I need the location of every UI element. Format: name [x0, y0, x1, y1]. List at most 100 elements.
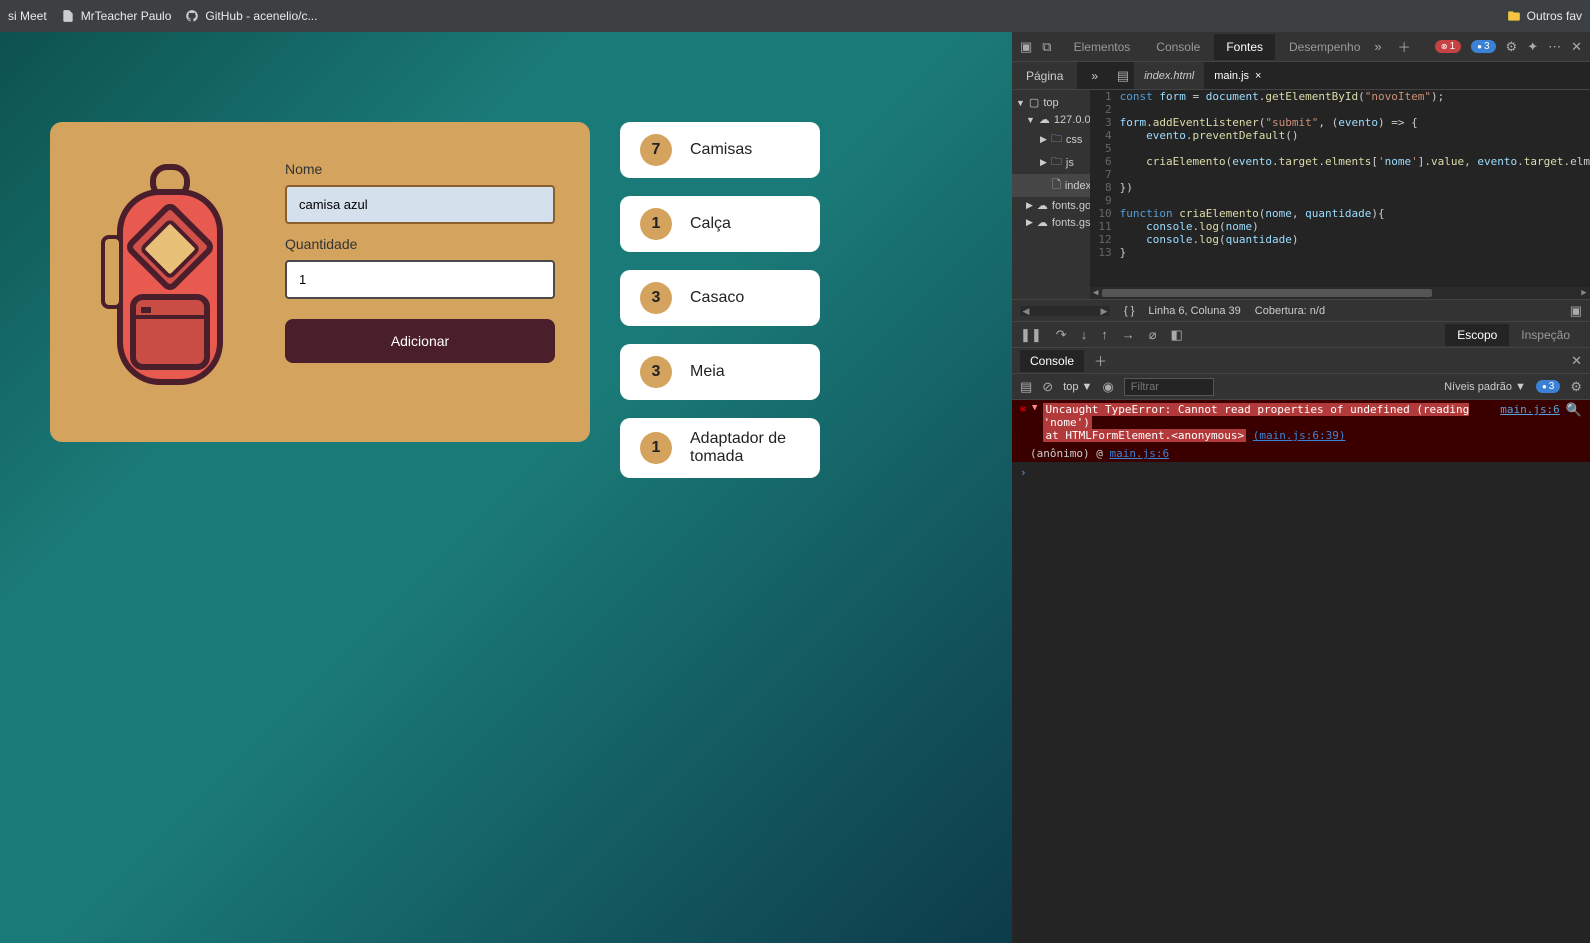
bookmark-label: GitHub - acenelio/c...	[205, 9, 317, 23]
code-line[interactable]: 4 evento.preventDefault()	[1090, 129, 1590, 142]
code-line[interactable]: 13}	[1090, 246, 1590, 259]
tab-fontes[interactable]: Fontes	[1214, 34, 1275, 60]
item-name: Meia	[690, 363, 725, 381]
console-prompt[interactable]: ›	[1012, 462, 1590, 483]
expand-icon[interactable]: ▼	[1032, 403, 1037, 442]
quantidade-input[interactable]	[285, 260, 555, 299]
console-error[interactable]: ⊗ ▼ Uncaught TypeError: Cannot read prop…	[1012, 400, 1590, 445]
code-line[interactable]: 3form.addEventListener("submit", (evento…	[1090, 116, 1590, 129]
tab-desempenho[interactable]: Desempenho	[1277, 34, 1372, 60]
device-icon[interactable]: ⧉	[1042, 39, 1051, 55]
info-badge[interactable]: ●3	[1536, 380, 1560, 393]
item-name: Calça	[690, 215, 731, 233]
subtab-pagina[interactable]: Página	[1012, 62, 1077, 89]
code-line[interactable]: 1const form = document.getElementById("n…	[1090, 90, 1590, 103]
context-selector[interactable]: top ▼	[1063, 381, 1092, 393]
debug-tab-inspecao[interactable]: Inspeção	[1509, 324, 1582, 346]
sidebar-toggle-icon[interactable]: ▤	[1117, 68, 1129, 84]
list-item[interactable]: 3 Casaco	[620, 270, 820, 326]
gear-icon[interactable]: ⚙	[1570, 379, 1582, 395]
tree-fonts-gstat[interactable]: ▶☁fonts.gstat	[1012, 214, 1090, 231]
console-label[interactable]: Console	[1020, 350, 1084, 372]
gear-icon[interactable]: ⚙	[1506, 39, 1518, 55]
breakpoint-icon[interactable]: ◧	[1171, 327, 1183, 343]
sidebar-icon[interactable]: ▤	[1020, 379, 1032, 395]
chevron-right-icon[interactable]: »	[1374, 39, 1381, 54]
code-line[interactable]: 6 criaElemento(evento.target.elments['no…	[1090, 155, 1590, 168]
clear-icon[interactable]: ⊘	[1042, 379, 1053, 395]
code-line[interactable]: 9	[1090, 194, 1590, 207]
code-line[interactable]: 8})	[1090, 181, 1590, 194]
error-location-link[interactable]: (main.js:6:39)	[1253, 429, 1346, 442]
console-trace: (anônimo) @ main.js:6	[1012, 445, 1590, 462]
filetab-index[interactable]: index.html	[1134, 62, 1204, 89]
step-into-icon[interactable]: ↓	[1081, 327, 1088, 342]
console-toolbar: ▤ ⊘ top ▼ ◉ Níveis padrão ▼ ●3 ⚙	[1012, 374, 1590, 400]
bookmark-item-github[interactable]: GitHub - acenelio/c...	[185, 9, 317, 23]
pause-icon[interactable]: ❚❚	[1020, 327, 1042, 343]
items-list: 7 Camisas 1 Calça 3 Casaco 3 Meia 1 Adap…	[620, 122, 820, 478]
github-icon	[185, 9, 199, 23]
code-line[interactable]: 2	[1090, 103, 1590, 116]
levels-selector[interactable]: Níveis padrão ▼	[1444, 381, 1526, 393]
image-icon[interactable]: ▣	[1570, 303, 1582, 319]
close-icon[interactable]: ×	[1255, 70, 1261, 82]
app-page: Nome Quantidade Adicionar 7 Camisas 1 Ca…	[0, 32, 1012, 943]
tab-console[interactable]: Console	[1144, 34, 1212, 60]
filter-input[interactable]	[1124, 378, 1214, 396]
error-badge[interactable]: ⊗1	[1435, 40, 1461, 53]
step-over-icon[interactable]: ↷	[1056, 327, 1067, 343]
step-icon[interactable]: →	[1122, 327, 1135, 342]
code-line[interactable]: 11 console.log(nome)	[1090, 220, 1590, 233]
bookmark-item-meet[interactable]: si Meet	[8, 9, 47, 23]
search-icon[interactable]: 🔍	[1566, 403, 1582, 418]
devtools-panel: ▣ ⧉ Elementos Console Fontes Desempenho …	[1012, 32, 1590, 943]
eye-icon[interactable]: ◉	[1102, 379, 1113, 395]
quantidade-label: Quantidade	[285, 236, 555, 252]
tab-elementos[interactable]: Elementos	[1062, 34, 1143, 60]
code-line[interactable]: 5	[1090, 142, 1590, 155]
tree-js[interactable]: ▶🗀js	[1012, 151, 1090, 174]
trace-source-link[interactable]: main.js:6	[1109, 447, 1169, 460]
code-editor[interactable]: 1const form = document.getElementById("n…	[1090, 90, 1590, 299]
bookmarks-right[interactable]: Outros fav	[1507, 9, 1582, 23]
close-icon[interactable]: ✕	[1571, 39, 1582, 55]
inspect-icon[interactable]: ▣	[1020, 39, 1032, 55]
step-out-icon[interactable]: ↑	[1101, 327, 1108, 342]
code-line[interactable]: 12 console.log(quantidade)	[1090, 233, 1590, 246]
adicionar-button[interactable]: Adicionar	[285, 319, 555, 363]
breadcrumb-scroll[interactable]: ◀▶	[1020, 306, 1110, 316]
tree-fonts-goog[interactable]: ▶☁fonts.goog	[1012, 197, 1090, 214]
list-item[interactable]: 7 Camisas	[620, 122, 820, 178]
debug-tab-escopo[interactable]: Escopo	[1445, 324, 1509, 346]
item-name: Camisas	[690, 141, 752, 159]
more-icon[interactable]: ⋯	[1548, 39, 1561, 55]
bookmarks-right-label: Outros fav	[1527, 9, 1582, 23]
nome-input[interactable]	[285, 185, 555, 224]
error-count: 1	[1450, 41, 1456, 52]
error-source-link[interactable]: main.js:6	[1500, 403, 1560, 416]
braces-icon[interactable]: { }	[1124, 305, 1134, 317]
info-badge[interactable]: ●3	[1471, 40, 1495, 53]
list-item[interactable]: 1 Adaptador de tomada	[620, 418, 820, 478]
tree-host[interactable]: ▼☁127.0.0.1:5	[1012, 111, 1090, 128]
close-icon[interactable]: ✕	[1571, 353, 1582, 369]
plus-icon[interactable]: ＋	[1398, 37, 1411, 56]
filetab-index-label: index.html	[1144, 70, 1194, 82]
code-line[interactable]: 10function criaElemento(nome, quantidade…	[1090, 207, 1590, 220]
horizontal-scrollbar[interactable]: ◀▶	[1090, 287, 1590, 299]
list-item[interactable]: 3 Meia	[620, 344, 820, 400]
list-item[interactable]: 1 Calça	[620, 196, 820, 252]
tree-css[interactable]: ▶🗀css	[1012, 128, 1090, 151]
chevron-right-icon[interactable]: »	[1077, 62, 1112, 89]
filetab-main[interactable]: main.js ×	[1204, 62, 1271, 89]
error-icon: ⊗	[1020, 404, 1026, 442]
code-line[interactable]: 7	[1090, 168, 1590, 181]
sparkle-icon[interactable]: ✦	[1527, 39, 1538, 55]
devtools-tabs: ▣ ⧉ Elementos Console Fontes Desempenho …	[1012, 32, 1590, 62]
plus-icon[interactable]: ＋	[1094, 351, 1107, 370]
tree-top[interactable]: ▼▢top	[1012, 94, 1090, 111]
deactivate-icon[interactable]: ⌀	[1149, 327, 1157, 343]
tree-index[interactable]: 🗋index.ht	[1012, 174, 1090, 197]
bookmark-item-mrteacher[interactable]: MrTeacher Paulo	[61, 9, 172, 23]
